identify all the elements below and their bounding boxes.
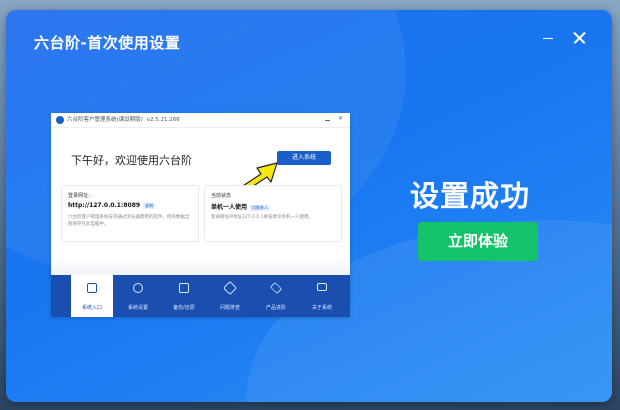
- monitor-icon: [317, 283, 327, 291]
- status-desc: 登录网址IP地址127.0.0.1要该者仅单机一人使用。: [211, 215, 314, 220]
- preview-minimize-icon: [325, 117, 331, 123]
- door-icon: [87, 283, 97, 293]
- try-now-button[interactable]: 立即体验: [418, 222, 538, 261]
- login-label: 登录网址：: [68, 193, 94, 199]
- preview-enter-button: 进入系统: [277, 151, 331, 165]
- window-title: 六台阶-首次使用设置: [34, 34, 181, 52]
- switch-tag: 切换多人: [250, 204, 271, 211]
- preview-login-card: 登录网址： http://127.0.0.1:8089 复制 六台阶客户管理系统支…: [61, 185, 199, 242]
- nav-item-advanced: 产品进阶: [255, 275, 297, 317]
- copy-tag: 复制: [143, 202, 156, 209]
- login-desc: 六台阶客户管理系统支持通过浏览器使用的软件，所有数据全部保存在此电脑中。: [68, 215, 190, 227]
- login-url: http://127.0.0.1:8089: [68, 202, 141, 209]
- close-button[interactable]: [570, 28, 590, 48]
- nav-item-troubleshoot: 问题排查: [209, 275, 251, 317]
- nav-item-backup: 备份/还原: [163, 275, 205, 317]
- minimize-button[interactable]: [538, 28, 558, 48]
- preview-app-title: 六台阶客户管理系统(课设期版): [67, 117, 143, 123]
- wrench-icon: [222, 280, 238, 296]
- setup-window: 六台阶-首次使用设置 六台阶客户管理系统(课设期版) v2.5.21.266 ✕ …: [6, 10, 612, 402]
- nav-item-system-entry: 系统入口: [71, 275, 113, 317]
- preview-bottom-nav: 系统入口 系统设置 备份/还原 问题排查 产品进阶 关于系统: [51, 275, 350, 317]
- status-value: 单机一人使用: [211, 204, 248, 211]
- minimize-icon: [543, 38, 553, 39]
- preview-close-icon: ✕: [338, 115, 344, 122]
- setup-success-text: 设置成功: [410, 179, 531, 213]
- app-logo-icon: [56, 116, 64, 124]
- nav-item-settings: 系统设置: [117, 275, 159, 317]
- layers-icon: [269, 281, 283, 295]
- preview-greeting: 下午好，欢迎使用六台阶: [71, 154, 192, 167]
- app-preview-screenshot: 六台阶客户管理系统(课设期版) v2.5.21.266 ✕ 下午好，欢迎使用六台阶…: [51, 113, 350, 317]
- gear-icon: [133, 283, 143, 293]
- preview-version: v2.5.21.266: [146, 117, 180, 123]
- backup-icon: [179, 283, 189, 293]
- nav-item-about: 关于系统: [301, 275, 343, 317]
- status-label: 当前状态: [211, 193, 232, 199]
- preview-titlebar: 六台阶客户管理系统(课设期版) v2.5.21.266 ✕: [51, 113, 350, 128]
- preview-status-card: 当前状态 单机一人使用 切换多人 登录网址IP地址127.0.0.1要该者仅单机一…: [204, 185, 342, 242]
